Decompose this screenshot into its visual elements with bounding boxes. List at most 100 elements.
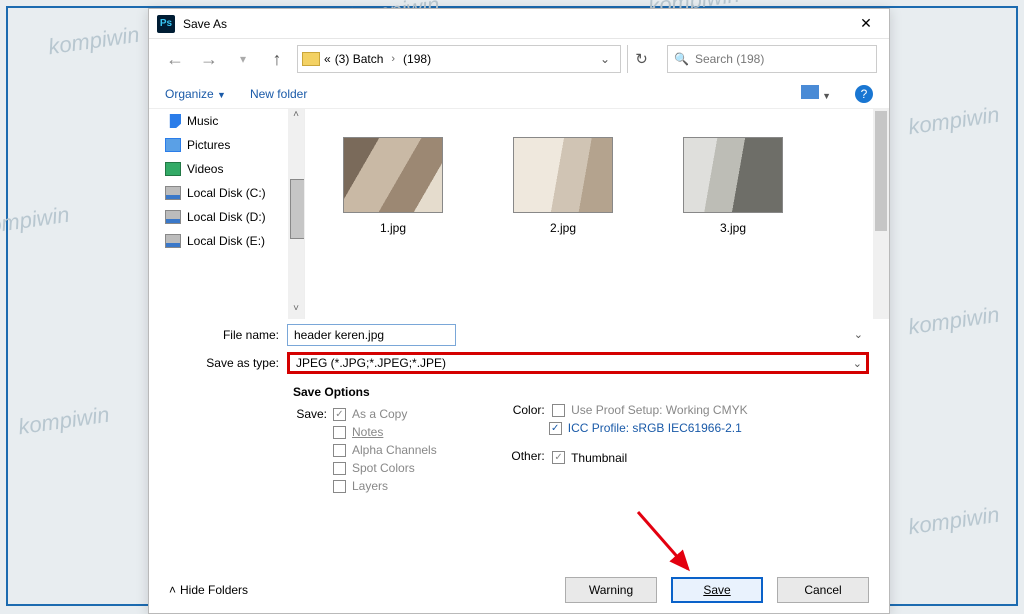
- watermark: kompiwin: [0, 202, 71, 241]
- search-input[interactable]: 🔍 Search (198): [667, 45, 877, 73]
- save-options: Save Options Save: ✓As a Copy Notes Alph…: [149, 379, 889, 493]
- new-folder-button[interactable]: New folder: [250, 87, 307, 101]
- filetype-value: JPEG (*.JPG;*.JPEG;*.JPE): [296, 356, 446, 370]
- file-item[interactable]: 3.jpg: [663, 137, 803, 313]
- file-label: 1.jpg: [380, 221, 406, 235]
- checkbox-label: Spot Colors: [352, 461, 415, 475]
- tree-item-disk-e[interactable]: Local Disk (E:): [149, 229, 304, 253]
- warning-button[interactable]: Warning: [565, 577, 657, 603]
- music-icon: [165, 114, 181, 128]
- address-bar[interactable]: « (3) Batch › (198) ⌄: [297, 45, 621, 73]
- watermark: kompiwin: [907, 102, 1001, 141]
- file-label: 3.jpg: [720, 221, 746, 235]
- checkbox-label: Thumbnail: [571, 451, 627, 465]
- search-icon: 🔍: [674, 52, 689, 66]
- icc-checkbox[interactable]: ✓ICC Profile: sRGB IEC61966-2.1: [549, 421, 748, 435]
- titlebar: Ps Save As ✕: [149, 9, 889, 39]
- tree-label: Videos: [187, 162, 223, 176]
- tree-scrollbar[interactable]: ˄ ˅: [288, 109, 304, 319]
- file-thumbnail: [343, 137, 443, 213]
- help-button[interactable]: ?: [855, 85, 873, 103]
- spot-checkbox[interactable]: Spot Colors: [333, 461, 437, 475]
- checkbox-label: Notes: [352, 425, 383, 439]
- file-thumbnail: [683, 137, 783, 213]
- breadcrumb-2[interactable]: (198): [403, 52, 431, 66]
- filename-input[interactable]: [287, 324, 456, 346]
- notes-checkbox[interactable]: Notes: [333, 425, 437, 439]
- window-title: Save As: [183, 17, 843, 31]
- filename-dropdown[interactable]: ⌄: [854, 328, 863, 341]
- chevron-down-icon: ▼: [217, 90, 226, 100]
- back-button[interactable]: ←: [161, 45, 189, 73]
- layers-checkbox[interactable]: Layers: [333, 479, 437, 493]
- disk-icon: [165, 234, 181, 248]
- save-as-dialog: Ps Save As ✕ ← → ▾ ↑ « (3) Batch › (198)…: [148, 8, 890, 614]
- save-options-heading: Save Options: [293, 385, 437, 399]
- filename-label: File name:: [169, 328, 279, 342]
- address-dropdown[interactable]: ⌄: [594, 52, 616, 66]
- checkbox-label: Alpha Channels: [352, 443, 437, 457]
- tree-label: Pictures: [187, 138, 230, 152]
- watermark: kompiwin: [907, 502, 1001, 541]
- watermark: kompiwin: [907, 302, 1001, 341]
- checkbox-label: Layers: [352, 479, 388, 493]
- chevron-up-icon: ˄: [169, 583, 176, 597]
- cancel-button[interactable]: Cancel: [777, 577, 869, 603]
- file-item[interactable]: 1.jpg: [323, 137, 463, 313]
- view-icon: [801, 85, 819, 99]
- checkbox-label: As a Copy: [352, 407, 407, 421]
- filetype-label: Save as type:: [169, 356, 279, 370]
- view-menu[interactable]: ▼: [801, 85, 831, 102]
- nav-tree[interactable]: Music Pictures Videos Local Disk (C:) Lo…: [149, 109, 305, 319]
- folder-icon: [302, 52, 320, 66]
- chevron-right-icon[interactable]: ›: [387, 53, 399, 65]
- color-sublabel: Color:: [501, 403, 545, 417]
- file-item[interactable]: 2.jpg: [493, 137, 633, 313]
- videos-icon: [165, 162, 181, 176]
- asacopy-checkbox[interactable]: ✓As a Copy: [333, 407, 437, 421]
- close-button[interactable]: ✕: [843, 9, 889, 39]
- hide-folders-label: Hide Folders: [180, 583, 248, 597]
- watermark: kompiwin: [17, 402, 111, 441]
- recent-dropdown[interactable]: ▾: [229, 45, 257, 73]
- chevron-down-icon: ▼: [822, 91, 831, 101]
- watermark: kompiwin: [47, 22, 141, 61]
- checkbox-label: Use Proof Setup: Working CMYK: [571, 403, 748, 417]
- dialog-footer: ˄ Hide Folders Warning Save Cancel: [149, 577, 889, 603]
- body: Music Pictures Videos Local Disk (C:) Lo…: [149, 109, 889, 319]
- file-thumbnail: [513, 137, 613, 213]
- filetype-combo[interactable]: JPEG (*.JPG;*.JPEG;*.JPE) ⌄: [287, 352, 869, 374]
- path-prefix: «: [324, 52, 331, 66]
- pictures-icon: [165, 138, 181, 152]
- forward-button[interactable]: →: [195, 45, 223, 73]
- other-sublabel: Other:: [501, 449, 545, 463]
- scroll-thumb[interactable]: [875, 111, 887, 231]
- save-button[interactable]: Save: [671, 577, 763, 603]
- tree-label: Local Disk (E:): [187, 234, 265, 248]
- proof-checkbox[interactable]: Use Proof Setup: Working CMYK: [552, 403, 748, 417]
- breadcrumb-1[interactable]: (3) Batch: [335, 52, 384, 66]
- tree-item-disk-c[interactable]: Local Disk (C:): [149, 181, 304, 205]
- up-button[interactable]: ↑: [263, 45, 291, 73]
- refresh-button[interactable]: ↻: [627, 45, 655, 73]
- file-list[interactable]: 1.jpg 2.jpg 3.jpg: [305, 109, 889, 319]
- alpha-checkbox[interactable]: Alpha Channels: [333, 443, 437, 457]
- thumbnail-checkbox[interactable]: ✓Thumbnail: [552, 451, 627, 465]
- checkbox-label: ICC Profile: sRGB IEC61966-2.1: [568, 421, 742, 435]
- scroll-thumb[interactable]: [290, 179, 305, 239]
- tree-item-videos[interactable]: Videos: [149, 157, 304, 181]
- tree-item-music[interactable]: Music: [149, 109, 304, 133]
- disk-icon: [165, 186, 181, 200]
- files-scrollbar[interactable]: [873, 109, 889, 319]
- tree-item-disk-d[interactable]: Local Disk (D:): [149, 205, 304, 229]
- hide-folders-toggle[interactable]: ˄ Hide Folders: [169, 583, 248, 597]
- chevron-down-icon: ⌄: [853, 357, 862, 370]
- scroll-up-icon[interactable]: ˄: [288, 109, 304, 125]
- form-fields: File name: ⌄ Save as type: JPEG (*.JPG;*…: [149, 319, 889, 379]
- tree-item-pictures[interactable]: Pictures: [149, 133, 304, 157]
- photoshop-icon: Ps: [157, 15, 175, 33]
- organize-menu[interactable]: Organize ▼: [165, 87, 226, 101]
- tree-label: Local Disk (C:): [187, 186, 266, 200]
- disk-icon: [165, 210, 181, 224]
- scroll-down-icon[interactable]: ˅: [288, 303, 304, 319]
